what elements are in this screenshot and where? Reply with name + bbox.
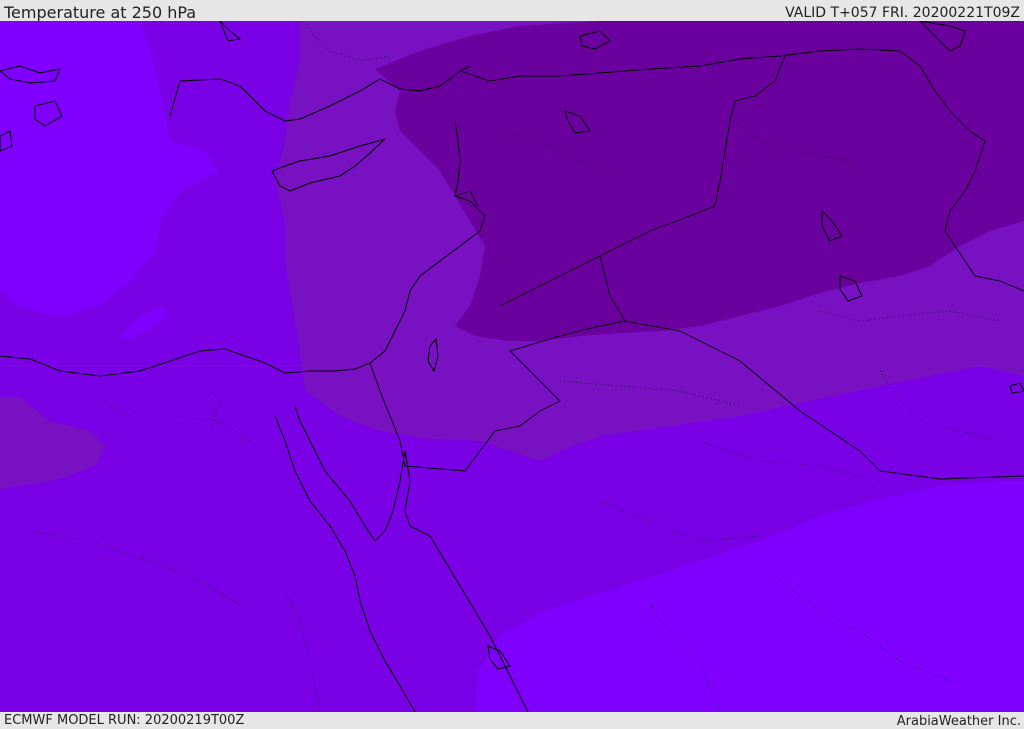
valid-time: VALID T+057 FRI. 20200221T09Z	[785, 5, 1020, 21]
temperature-map[interactable]	[0, 21, 1024, 712]
footer-bar: ECMWF MODEL RUN: 20200219T00Z ArabiaWeat…	[0, 712, 1024, 729]
credit: ArabiaWeather Inc.	[896, 714, 1021, 729]
header-bar: Temperature at 250 hPa VALID T+057 FRI. …	[0, 0, 1024, 22]
map-title: Temperature at 250 hPa	[4, 3, 197, 22]
model-run: ECMWF MODEL RUN: 20200219T00Z	[4, 713, 245, 728]
map-canvas	[0, 21, 1024, 712]
